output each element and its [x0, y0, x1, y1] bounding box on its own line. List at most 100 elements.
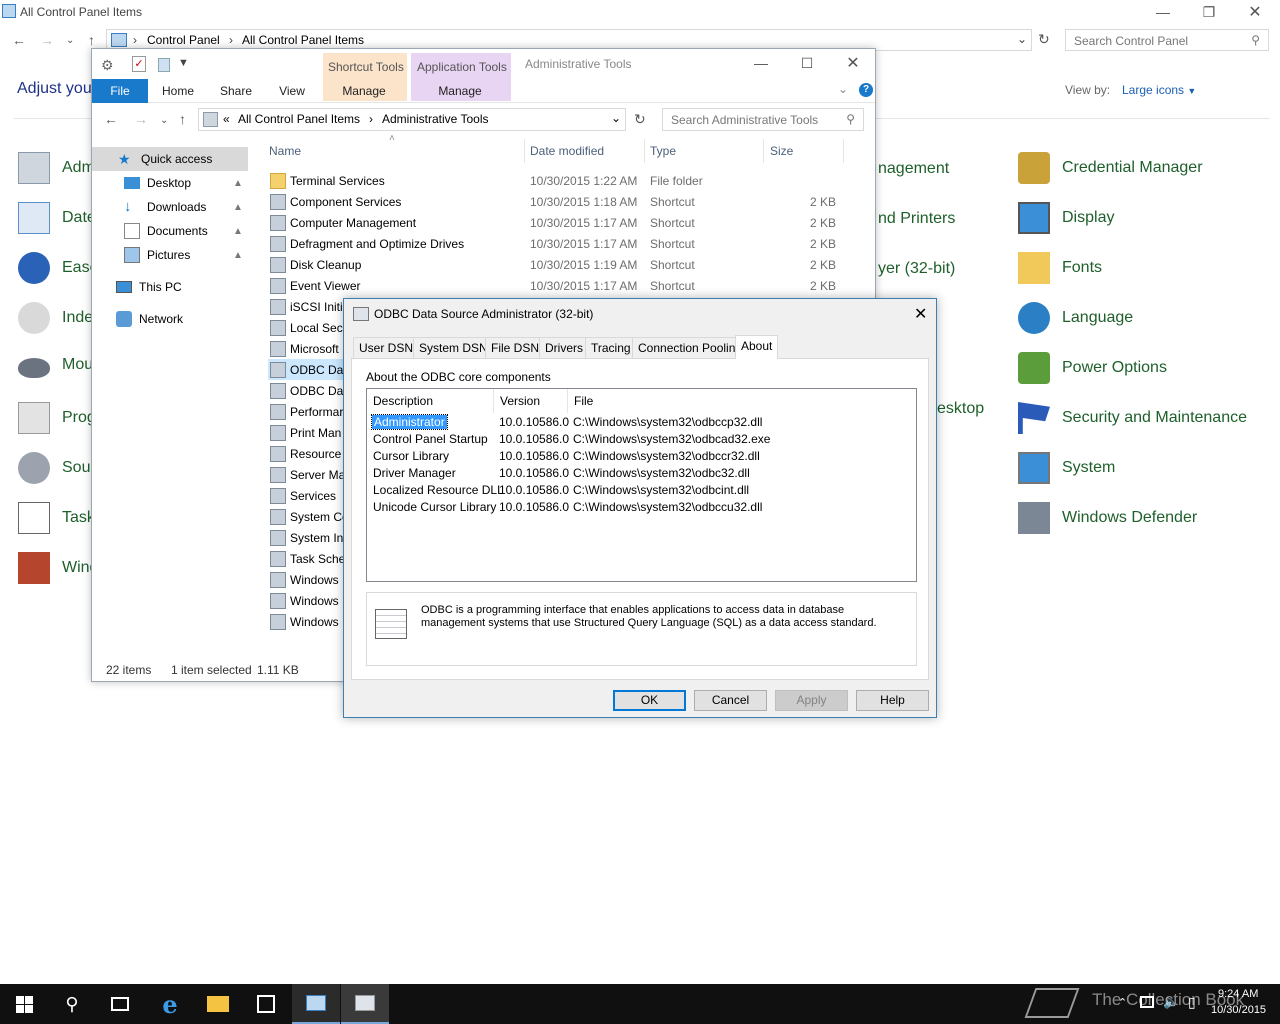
search-button[interactable]: ⚲	[48, 984, 96, 1024]
store-taskbar-button[interactable]	[242, 984, 290, 1024]
apply-button[interactable]: Apply	[775, 690, 848, 711]
explorer-refresh-icon[interactable]: ↻	[634, 111, 646, 128]
new-folder-icon[interactable]	[158, 58, 170, 72]
file-row[interactable]: Defragment and Optimize Drives 10/30/2015…	[268, 233, 868, 254]
column-date-modified[interactable]: Date modified	[530, 144, 604, 158]
show-hidden-icons-chevron-icon[interactable]: ⌃	[1118, 996, 1127, 1009]
explorer-minimize-button[interactable]: —	[738, 51, 784, 75]
list-header-version[interactable]: Version	[494, 389, 568, 413]
column-size[interactable]: Size	[770, 144, 793, 158]
qat-dropdown-icon[interactable]: ▼	[178, 57, 189, 69]
ok-button[interactable]: OK	[613, 690, 686, 711]
cp-item-language[interactable]: Language	[1018, 302, 1133, 334]
cp-item-administrative-tools[interactable]: Adm	[18, 152, 95, 184]
network-tray-icon[interactable]	[1140, 996, 1154, 1008]
odbc-taskbar-button[interactable]	[341, 984, 389, 1024]
tab-manage-application[interactable]: Manage	[430, 79, 490, 103]
cp-item-windows-firewall[interactable]: Wind	[18, 552, 98, 584]
pin-icon[interactable]: ▲	[233, 202, 243, 213]
tab-file[interactable]: File	[92, 79, 148, 103]
back-arrow-icon[interactable]: ←	[12, 32, 26, 48]
component-row[interactable]: Unicode Cursor Library 10.0.10586.0 C:\Win…	[367, 499, 916, 516]
action-center-icon[interactable]: ▯	[1188, 994, 1196, 1011]
cancel-button[interactable]: Cancel	[694, 690, 767, 711]
restore-button[interactable]: ❐	[1186, 0, 1232, 24]
properties-icon[interactable]: ⚙	[101, 57, 114, 74]
file-row[interactable]: Disk Cleanup 10/30/2015 1:19 AM Shortcut 2 …	[268, 254, 868, 275]
tab-user-dsn[interactable]: User DSN	[353, 337, 420, 358]
file-row[interactable]: Event Viewer 10/30/2015 1:17 AM Shortcut 2 …	[268, 275, 868, 296]
cp-item-display[interactable]: Display	[1018, 202, 1114, 234]
pin-icon[interactable]: ▲	[233, 226, 243, 237]
view-by-dropdown[interactable]: Large icons ▼	[1122, 83, 1196, 97]
help-icon[interactable]: ?	[859, 83, 873, 97]
cp-item-computer-management-partial[interactable]: nagement	[878, 160, 949, 178]
explorer-back-arrow-icon[interactable]: ←	[104, 111, 118, 127]
edge-taskbar-button[interactable]: e	[146, 984, 194, 1024]
list-header-description[interactable]: Description	[367, 389, 494, 413]
tab-system-dsn[interactable]: System DSN	[413, 337, 494, 358]
tab-drivers[interactable]: Drivers	[539, 337, 589, 358]
file-row[interactable]: Component Services 10/30/2015 1:18 AM Shor…	[268, 191, 868, 212]
search-icon[interactable]: ⚲	[1251, 33, 1260, 47]
breadcrumb-administrative-tools[interactable]: Administrative Tools	[382, 112, 489, 126]
file-row[interactable]: Computer Management 10/30/2015 1:17 AM Sho…	[268, 212, 868, 233]
cp-item-system[interactable]: System	[1018, 452, 1115, 484]
list-header-file[interactable]: File	[568, 389, 916, 413]
explorer-address-bar[interactable]: « All Control Panel Items › Administrati…	[198, 108, 626, 131]
cp-item-indexing-options[interactable]: Inde	[18, 302, 93, 334]
cp-item-programs[interactable]: Prog	[18, 402, 96, 434]
explorer-maximize-button[interactable]: ☐	[784, 51, 830, 75]
tab-manage-shortcut[interactable]: Manage	[334, 79, 394, 103]
explorer-up-arrow-icon[interactable]: ↑	[179, 111, 186, 127]
help-button[interactable]: Help	[856, 690, 929, 711]
tab-about[interactable]: About	[735, 335, 779, 359]
close-button[interactable]: ✕	[1232, 0, 1278, 24]
checkmark-icon[interactable]: ✓	[132, 56, 146, 72]
nav-documents[interactable]: Documents ▲	[92, 219, 248, 243]
pin-icon[interactable]: ▲	[233, 250, 243, 261]
nav-network[interactable]: Network	[92, 307, 248, 331]
nav-desktop[interactable]: Desktop ▲	[92, 171, 248, 195]
search-icon[interactable]: ⚲	[846, 112, 855, 126]
address-overflow[interactable]: «	[223, 112, 230, 126]
tab-connection-pooling[interactable]: Connection Pooling	[632, 337, 749, 358]
tab-share[interactable]: Share	[212, 79, 260, 103]
cp-item-taskbar[interactable]: Task	[18, 502, 95, 534]
explorer-search-input[interactable]: Search Administrative Tools ⚲	[662, 108, 864, 131]
tab-tracing[interactable]: Tracing	[585, 337, 637, 358]
explorer-recent-dropdown-icon[interactable]: ⌄	[160, 115, 168, 126]
control-panel-search-input[interactable]: Search Control Panel ⚲	[1065, 29, 1269, 51]
components-list[interactable]: Description Version File Administrator 10…	[366, 388, 917, 582]
tab-view[interactable]: View	[268, 79, 316, 103]
forward-arrow-icon[interactable]: →	[40, 32, 54, 48]
cp-item-fonts[interactable]: Fonts	[1018, 252, 1102, 284]
cp-item-sound[interactable]: Sour	[18, 452, 96, 484]
start-button[interactable]	[0, 984, 48, 1024]
recent-dropdown-icon[interactable]: ⌄	[66, 35, 74, 46]
up-arrow-icon[interactable]: ↑	[88, 32, 95, 48]
volume-muted-icon[interactable]: 🔈	[1163, 994, 1179, 1010]
cp-item-ease-of-access[interactable]: Ease	[18, 252, 98, 284]
folder-row[interactable]: Terminal Services 10/30/2015 1:22 AM File …	[268, 170, 868, 191]
cp-item-windows-defender[interactable]: Windows Defender	[1018, 502, 1197, 534]
component-row[interactable]: Control Panel Startup 10.0.10586.0 C:\Wind…	[367, 431, 916, 448]
tab-file-dsn[interactable]: File DSN	[485, 337, 546, 358]
minimize-button[interactable]: —	[1140, 0, 1186, 24]
breadcrumb-all-items[interactable]: All Control Panel Items	[242, 33, 364, 47]
component-row[interactable]: Administrator 10.0.10586.0 C:\Windows\syst…	[367, 414, 916, 431]
component-row[interactable]: Cursor Library 10.0.10586.0 C:\Windows\sys…	[367, 448, 916, 465]
ribbon-expand-chevron-icon[interactable]: ⌄	[838, 82, 848, 96]
cp-item-credential-manager[interactable]: Credential Manager	[1018, 152, 1203, 184]
cp-item-power-options[interactable]: Power Options	[1018, 352, 1167, 384]
column-type[interactable]: Type	[650, 144, 676, 158]
cp-item-mouse[interactable]: Mou	[18, 352, 93, 378]
file-explorer-taskbar-button[interactable]	[194, 984, 242, 1024]
breadcrumb-all-control-panel-items[interactable]: All Control Panel Items	[238, 112, 360, 126]
address-dropdown-icon[interactable]: ⌄	[1017, 32, 1027, 46]
cp-item-date-time[interactable]: Date	[18, 202, 96, 234]
component-row[interactable]: Driver Manager 10.0.10586.0 C:\Windows\sys…	[367, 465, 916, 482]
address-dropdown-icon[interactable]: ⌄	[611, 111, 621, 125]
task-view-button[interactable]	[96, 984, 144, 1024]
control-panel-taskbar-button[interactable]	[292, 984, 340, 1024]
